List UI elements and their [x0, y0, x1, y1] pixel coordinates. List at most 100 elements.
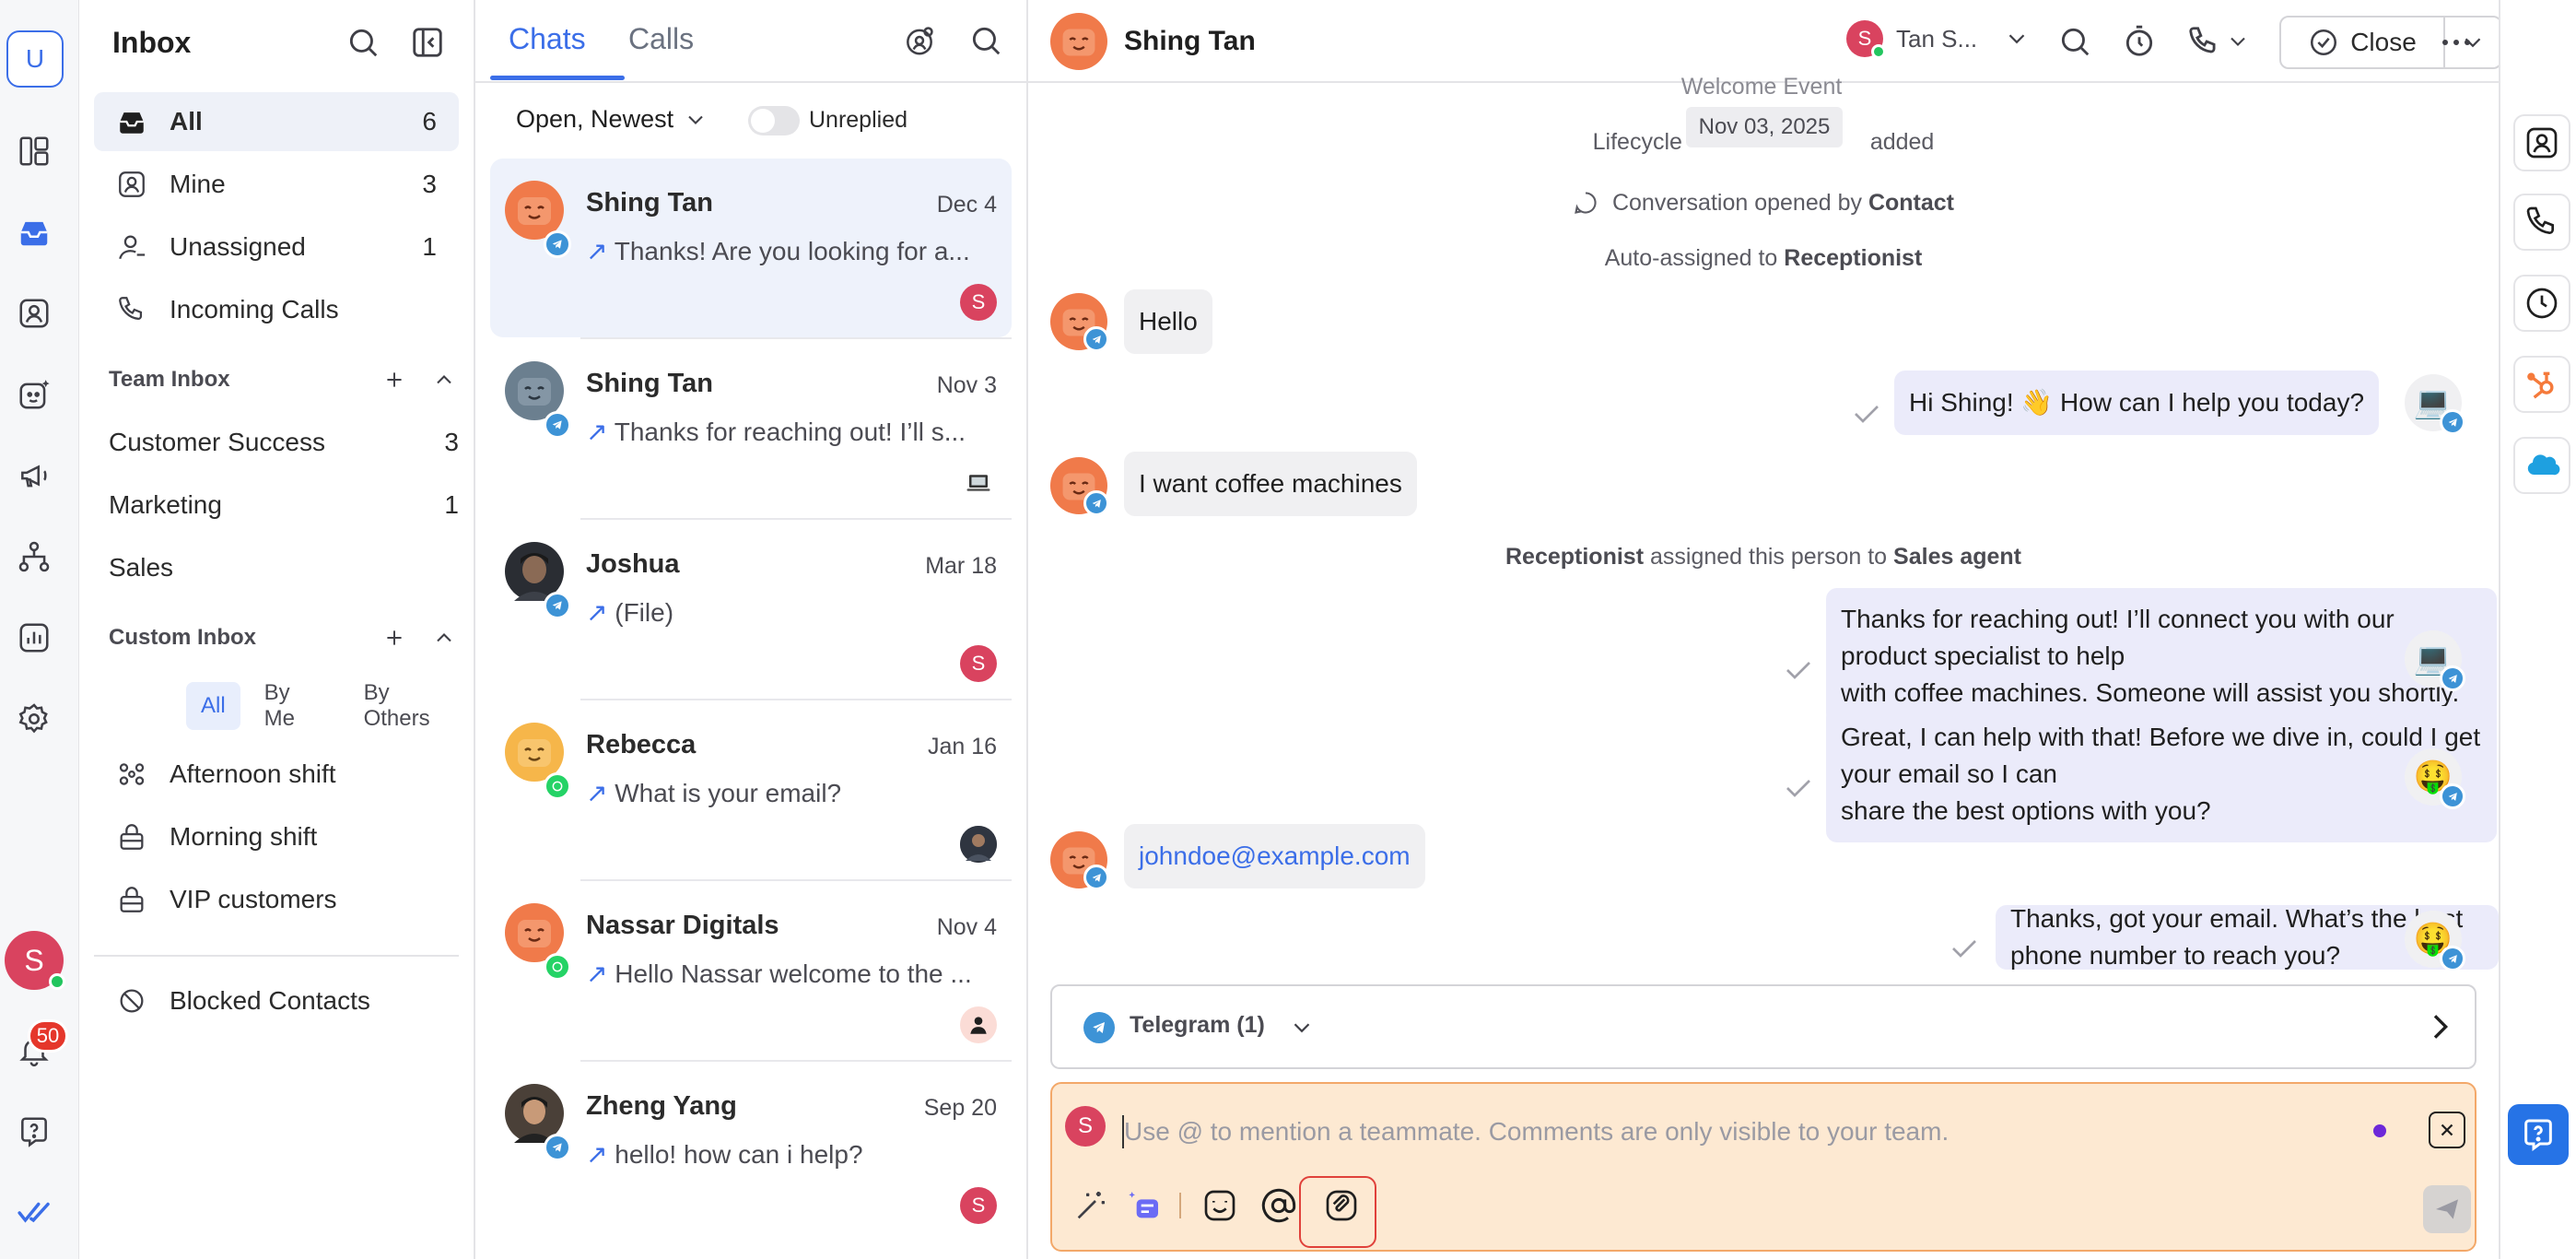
- assignee-dropdown[interactable]: S Tan S...: [1846, 20, 2031, 59]
- close-note-icon[interactable]: [2429, 1112, 2465, 1148]
- agent-avatar: 💻: [2405, 374, 2465, 435]
- chevron-up-icon[interactable]: [426, 619, 463, 656]
- sort-filter-dropdown[interactable]: Open, Newest: [516, 105, 708, 134]
- conversation-item[interactable]: Zheng Yang Sep 20 ↗ hello! how can i hel…: [490, 1060, 1012, 1241]
- conversation-preview: ↗ Hello Nassar welcome to the ...: [586, 959, 997, 989]
- chevron-right-icon[interactable]: [2421, 1008, 2458, 1045]
- inbox-item-incoming-calls[interactable]: Incoming Calls: [94, 280, 459, 339]
- workflow-icon[interactable]: [14, 536, 54, 577]
- collapse-panel-icon[interactable]: [407, 22, 448, 63]
- user-avatar[interactable]: S: [5, 931, 65, 990]
- conversation-item[interactable]: Shing Tan Nov 3 ↗ Thanks for reaching ou…: [490, 337, 1012, 518]
- ai-agent-icon[interactable]: [14, 374, 54, 415]
- auto-assigned-text: Auto-assigned to: [1604, 245, 1778, 271]
- call-icon[interactable]: [2184, 21, 2224, 62]
- phone-icon: [116, 291, 153, 328]
- workspace-button[interactable]: U: [6, 30, 64, 88]
- close-action[interactable]: Close: [2281, 18, 2445, 67]
- settings-icon[interactable]: [14, 699, 54, 739]
- custom-inbox-header: Custom Inbox: [109, 618, 463, 658]
- custom-inbox-morning-shift[interactable]: Morning shift: [94, 807, 459, 866]
- help-chat-button[interactable]: [2508, 1104, 2569, 1165]
- group-icon: [116, 756, 153, 793]
- date-chip: Nov 03, 2025: [1686, 107, 1843, 147]
- user-avatar-initial: S: [24, 943, 44, 977]
- conversation-item[interactable]: Rebecca Jan 16 ↗ What is your email?: [490, 699, 1012, 879]
- calls-icon[interactable]: [2513, 194, 2570, 251]
- chevron-up-icon[interactable]: [426, 361, 463, 398]
- inbox-panel: Inbox All 6 Mine 3 Unassigned 1 Incoming…: [79, 0, 475, 1259]
- assignee-avatar: S: [960, 1187, 997, 1224]
- search-icon[interactable]: [343, 22, 383, 63]
- conversation-preview: ↗ Thanks for reaching out! I’ll s...: [586, 417, 997, 447]
- chevron-down-icon[interactable]: [2224, 21, 2252, 62]
- email-link[interactable]: johndoe@example.com: [1124, 824, 1425, 888]
- help-center-icon[interactable]: [14, 1112, 54, 1152]
- inbox-item-mine[interactable]: Mine 3: [94, 155, 459, 214]
- divider: [580, 337, 1012, 339]
- telegram-icon: [544, 592, 571, 619]
- conversation-item[interactable]: Nassar Digitals Nov 4 ↗ Hello Nassar wel…: [490, 879, 1012, 1060]
- team-inbox-customer-success[interactable]: Customer Success 3: [109, 417, 459, 468]
- salesforce-icon[interactable]: [2513, 437, 2570, 494]
- reports-icon[interactable]: [14, 618, 54, 658]
- history-clock-icon[interactable]: [2513, 275, 2570, 332]
- contact-avatar: [1050, 457, 1109, 516]
- chevron-down-icon: [688, 115, 703, 124]
- inbox-item-unassigned[interactable]: Unassigned 1: [94, 218, 459, 277]
- broadcast-icon[interactable]: [14, 455, 54, 496]
- tab-calls[interactable]: Calls: [628, 22, 694, 56]
- conversation-preview-text: Thanks! Are you looking for a...: [614, 237, 970, 265]
- message-bubble-incoming: I want coffee machines: [1124, 452, 1417, 516]
- inbox-item-all[interactable]: All 6: [94, 92, 459, 151]
- hubspot-icon[interactable]: [2513, 356, 2570, 413]
- message-bubble-outgoing: Great, I can help with that! Before we d…: [1826, 706, 2497, 842]
- telegram-icon: [2440, 783, 2465, 809]
- conversation-item[interactable]: Joshua Mar 18 ↗ (File) S: [490, 518, 1012, 699]
- filter-by-others[interactable]: By Others: [349, 680, 474, 731]
- conversation-item[interactable]: Shing Tan Dec 4 ↗ Thanks! Are you lookin…: [490, 159, 1012, 337]
- assigned-from: Receptionist: [1505, 544, 1645, 570]
- inbox-icon[interactable]: [14, 212, 54, 253]
- layout-icon[interactable]: [14, 131, 54, 171]
- add-icon[interactable]: [376, 361, 413, 398]
- contacts-icon[interactable]: [14, 293, 54, 334]
- snooze-timer-icon[interactable]: [2119, 21, 2160, 62]
- check-circle-icon: [2311, 29, 2337, 56]
- agent-status-icon[interactable]: [899, 20, 940, 61]
- magic-wand-icon[interactable]: [1067, 1182, 1115, 1230]
- team-inbox-marketing[interactable]: Marketing 1: [109, 479, 459, 531]
- team-inbox-label: Customer Success: [109, 428, 325, 456]
- search-icon[interactable]: [2055, 21, 2095, 62]
- emoji-icon[interactable]: [1196, 1182, 1244, 1230]
- contact-name[interactable]: Shing Tan: [1124, 26, 1256, 57]
- telegram-icon: [2440, 946, 2465, 971]
- mention-icon[interactable]: [1255, 1182, 1303, 1230]
- ai-snippet-icon[interactable]: [1120, 1182, 1168, 1230]
- contact-details-icon[interactable]: [2513, 114, 2570, 171]
- blocked-contacts[interactable]: Blocked Contacts: [94, 971, 459, 1030]
- custom-inbox-vip-customers[interactable]: VIP customers: [94, 870, 459, 929]
- unreplied-toggle[interactable]: [748, 106, 800, 135]
- search-icon[interactable]: [966, 20, 1006, 61]
- team-inbox-sales[interactable]: Sales: [109, 542, 459, 594]
- contact-avatar: [505, 1084, 571, 1161]
- inbox-item-count: 1: [422, 232, 437, 261]
- more-options-icon[interactable]: [2436, 26, 2476, 59]
- unreplied-label: Unreplied: [809, 107, 908, 133]
- whatsapp-icon: [544, 953, 571, 981]
- channel-selector[interactable]: Telegram (1): [1050, 984, 2476, 1069]
- filter-all[interactable]: All: [186, 682, 240, 730]
- check-icon: [1786, 780, 1810, 797]
- message-line: share the best options with you?: [1841, 796, 2211, 825]
- message-bubble-incoming: Hello: [1124, 289, 1212, 354]
- assignee-initial: S: [1857, 27, 1872, 50]
- composer-input[interactable]: Use @ to mention a teammate. Comments ar…: [1124, 1117, 1949, 1147]
- contact-avatar[interactable]: [1050, 13, 1107, 70]
- blocked-contacts-label: Blocked Contacts: [170, 986, 370, 1015]
- add-icon[interactable]: [376, 619, 413, 656]
- tab-chats[interactable]: Chats: [509, 22, 586, 56]
- custom-inbox-afternoon-shift[interactable]: Afternoon shift: [94, 745, 459, 804]
- filter-by-me[interactable]: By Me: [250, 680, 340, 731]
- send-button[interactable]: [2423, 1185, 2471, 1233]
